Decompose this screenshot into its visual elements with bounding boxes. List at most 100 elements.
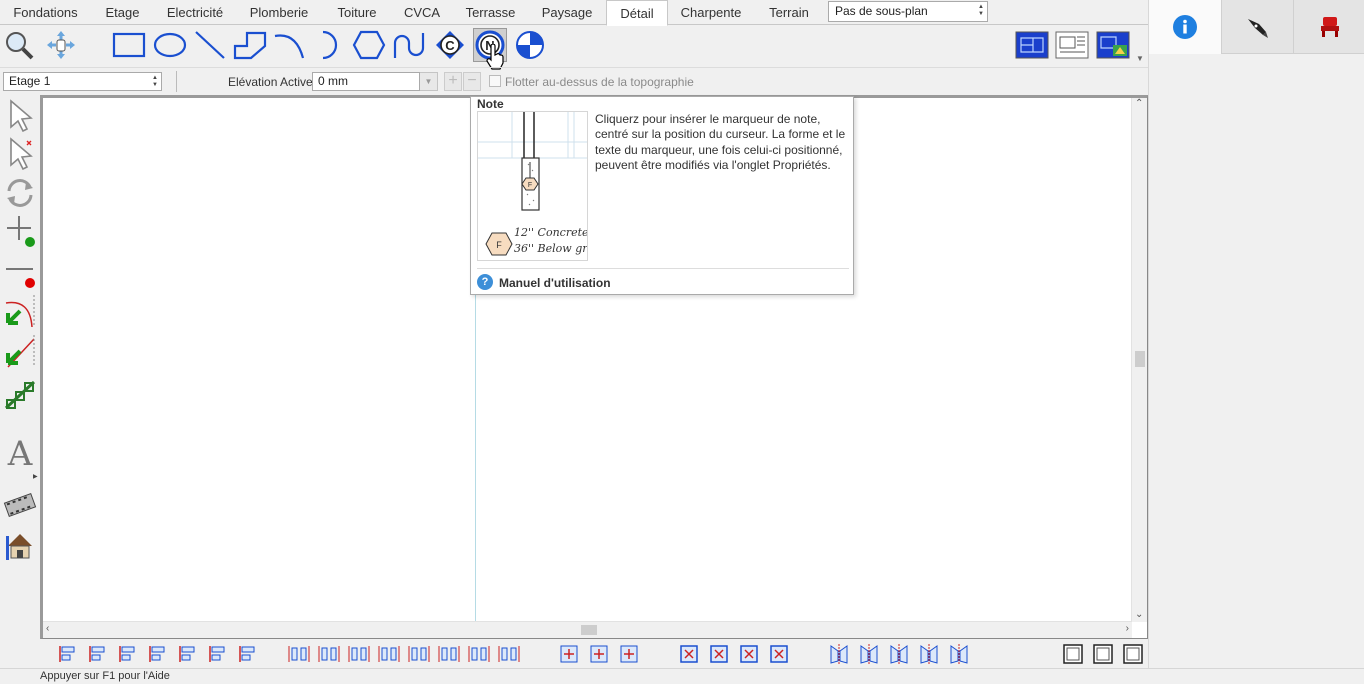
distribute-left-button[interactable] [288,643,310,665]
vertical-scroll-thumb[interactable] [1135,351,1145,367]
tab-detail[interactable]: Détail [606,0,668,26]
rotate-tool[interactable] [2,175,38,211]
scroll-left-icon[interactable]: ‹ [46,623,49,634]
align-bottom-button[interactable] [238,643,260,665]
distribute-center-button[interactable] [318,643,340,665]
sheet-view-button[interactable] [1055,28,1089,62]
scroll-up-icon[interactable]: ⌃ [1135,98,1143,109]
distribute-top-button[interactable] [438,643,460,665]
mirror-horizontal-button[interactable] [858,643,880,665]
view-dropdown-icon[interactable]: ▼ [1136,54,1144,63]
horizontal-scrollbar[interactable]: ‹ › [43,621,1132,638]
house-icon [6,534,32,560]
tooltip-popup: Note F F 12'' Concrete F 36'' Below gra … [470,96,854,295]
tab-fondations[interactable]: Fondations [1,0,90,25]
render-view-button[interactable] [1096,28,1130,62]
select-tool[interactable] [2,97,38,133]
vertical-scrollbar[interactable]: ⌃ ⌄ [1131,98,1147,622]
tab-electricite[interactable]: Electricité [155,0,235,25]
remove-point-tool[interactable] [2,253,38,289]
distribute-middle-button[interactable] [468,643,490,665]
resize-width-button[interactable] [558,643,580,665]
text-tool-flyout-icon[interactable]: ▶ [33,473,38,480]
floor-spinner-icon: ▲ ▼ [152,75,158,88]
tab-terrasse[interactable]: Terrasse [453,0,528,25]
tab-charpente[interactable]: Charpente [668,0,754,25]
circle-tool[interactable] [153,28,187,62]
spline-tool[interactable] [392,28,426,62]
remove-point-icon [6,268,35,288]
hexagon-tool[interactable] [352,28,386,62]
zoom-tool[interactable] [2,28,36,62]
scroll-right-icon[interactable]: › [1126,623,1129,634]
film-tool[interactable] [2,487,38,523]
arc-tool[interactable] [272,28,306,62]
info-tab[interactable] [1149,0,1221,54]
trim-tool[interactable] [2,333,38,369]
tab-terrain[interactable]: Terrain [754,0,824,25]
chain-tool[interactable] [2,377,38,413]
float-checkbox[interactable] [489,75,501,87]
stretch-vertical-button[interactable] [678,643,700,665]
align-middle-button[interactable] [208,643,230,665]
text-tool[interactable]: A [2,433,38,469]
mirror-down-icon [950,644,968,664]
subplan-select[interactable]: Pas de sous-plan ▲ ▼ [828,1,988,22]
pen-tab[interactable] [1221,0,1293,54]
resize-height-icon [590,645,608,663]
rectangle-tool[interactable] [112,28,146,62]
frame-bold-button[interactable] [1122,643,1144,665]
polyline-tool[interactable] [233,28,267,62]
align-top-button[interactable] [178,643,200,665]
distribute-right-button[interactable] [348,643,370,665]
elevation-input[interactable]: 0 mm [312,72,420,91]
extend-tool[interactable] [2,293,38,329]
user-manual-link[interactable]: Manuel d'utilisation [499,276,611,290]
frame-plain-button[interactable] [1062,643,1084,665]
help-icon[interactable]: ? [477,274,493,290]
tab-paysage[interactable]: Paysage [528,0,606,25]
select-plus-tool[interactable] [2,135,38,171]
blueprint-view-button[interactable] [1015,28,1049,62]
elevation-dropdown-icon[interactable]: ▼ [420,72,438,91]
distribute-bottom-button[interactable] [498,643,520,665]
horizontal-scroll-thumb[interactable] [581,625,597,635]
resize-both-button[interactable] [618,643,640,665]
circle-icon [153,32,187,58]
tab-cvca[interactable]: CVCA [391,0,453,25]
align-center-button[interactable] [88,643,110,665]
datum-tool[interactable] [513,28,547,62]
half-circle-tool[interactable] [311,28,345,62]
align-center-both-button[interactable] [148,643,170,665]
floor-select[interactable]: Etage 1 ▲ ▼ [3,72,162,91]
chair-tab[interactable] [1293,0,1364,54]
select-arrow-icon [10,99,33,132]
scroll-down-icon[interactable]: ⌄ [1135,609,1143,620]
fit-inside-button[interactable] [708,643,730,665]
add-point-tool[interactable] [2,213,38,249]
center-in-button[interactable] [738,643,760,665]
line-icon [195,31,225,59]
resize-height-button[interactable] [588,643,610,665]
pan-tool[interactable] [44,28,78,62]
house-tool[interactable] [2,527,38,563]
shrink-to-button[interactable] [768,643,790,665]
align-right-button[interactable] [118,643,140,665]
distribute-width-button[interactable] [378,643,400,665]
tab-plomberie[interactable]: Plomberie [235,0,323,25]
tab-toiture[interactable]: Toiture [323,0,391,25]
line-tool[interactable] [193,28,227,62]
space-horizontal-button[interactable] [408,643,430,665]
callout-tool[interactable]: C [433,28,467,62]
mirror-down-button[interactable] [948,643,970,665]
duplicate-button[interactable] [828,643,850,665]
align-left-button[interactable] [58,643,80,665]
mirror-up-button[interactable] [888,643,910,665]
floor-select-value: Etage 1 [9,74,51,88]
elevation-minus-button[interactable]: − [463,72,481,91]
elevation-plus-button[interactable]: + [444,72,462,91]
frame-double-button[interactable] [1092,643,1114,665]
tab-etage[interactable]: Etage [90,0,155,25]
mirror-vertical-button[interactable] [918,643,940,665]
align-middle-icon [209,646,225,662]
